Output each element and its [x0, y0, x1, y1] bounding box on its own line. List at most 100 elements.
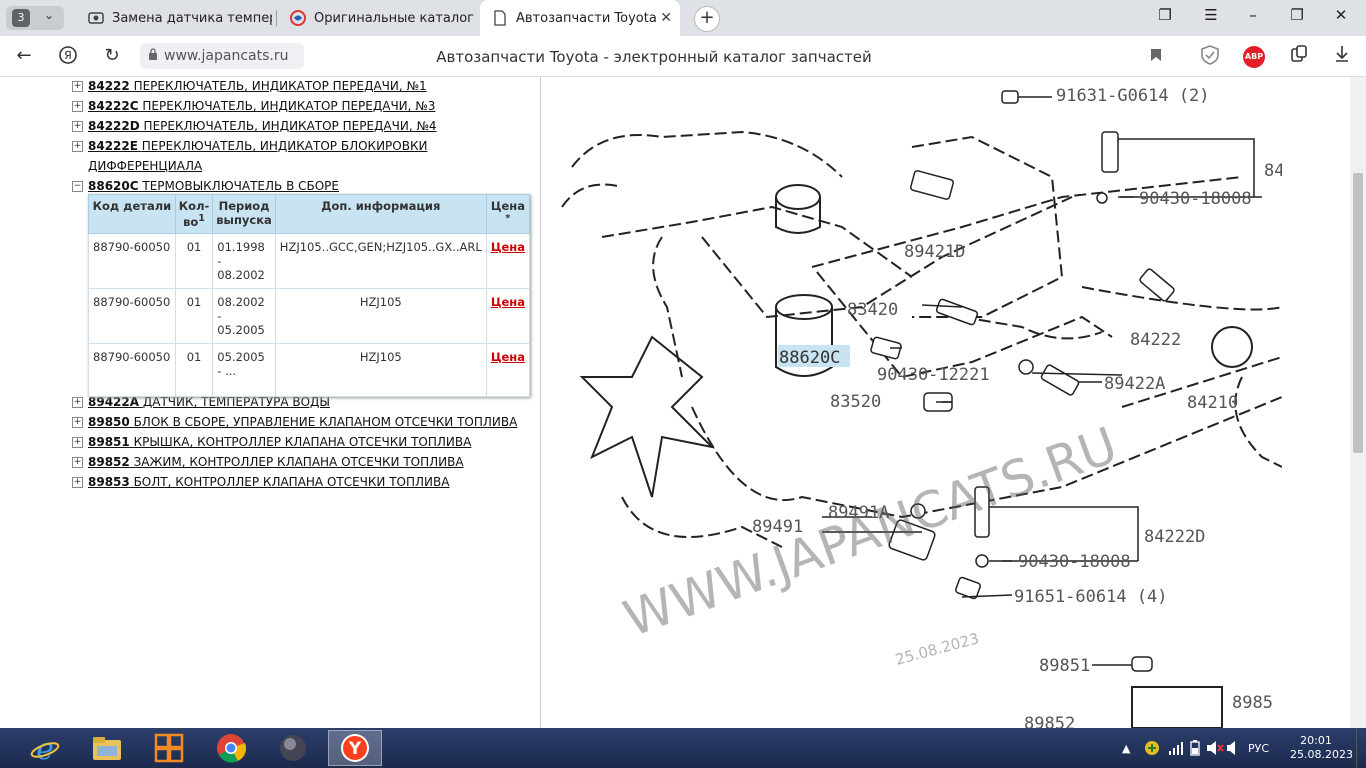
tree-item[interactable]: +84222 ПЕРЕКЛЮЧАТЕЛЬ, ИНДИКАТОР ПЕРЕДАЧИ… — [72, 77, 542, 97]
tree-item[interactable]: +89853 БОЛТ, КОНТРОЛЛЕР КЛАПАНА ОТСЕЧКИ … — [72, 473, 542, 493]
shield-icon[interactable] — [1198, 45, 1222, 69]
bookmarks-manager-icon[interactable]: ❐ — [1152, 6, 1178, 24]
diagram-label[interactable]: 90430-12221 — [877, 365, 990, 385]
expand-icon[interactable]: + — [72, 437, 83, 448]
ie-icon[interactable]: e — [18, 730, 72, 766]
price-link[interactable]: Цена — [491, 240, 525, 254]
period-from: 01.1998 — [217, 239, 265, 254]
part-code: 84222D — [88, 119, 140, 133]
diagram-label[interactable]: 89851 — [1039, 656, 1090, 676]
tree-item[interactable]: +84222E ПЕРЕКЛЮЧАТЕЛЬ, ИНДИКАТОР БЛОКИРО… — [72, 137, 542, 157]
period-dash: - — [217, 253, 222, 268]
restore-icon[interactable]: ❐ — [1284, 6, 1310, 24]
chrome-icon[interactable] — [204, 730, 258, 766]
cell-info: HZJ105..GCC,GEN;HZJ105..GX..ARL — [274, 232, 487, 289]
tab-count-button[interactable]: 3 ⌄ — [6, 6, 64, 30]
vertical-scrollbar[interactable] — [1350, 77, 1366, 728]
period-to: 05.2005 — [217, 322, 265, 337]
diagram-label[interactable]: 84222 — [1130, 330, 1181, 350]
diagram-label[interactable]: 84 — [1264, 161, 1282, 181]
expand-icon[interactable]: + — [72, 101, 83, 112]
tree-item[interactable]: +84222D ПЕРЕКЛЮЧАТЕЛЬ, ИНДИКАТОР ПЕРЕДАЧ… — [72, 117, 542, 137]
tree-item-link[interactable]: ДИФФЕРЕНЦИАЛА — [88, 159, 202, 173]
expand-icon[interactable]: + — [72, 121, 83, 132]
language-indicator[interactable]: РУС — [1248, 728, 1269, 768]
part-code: 89853 — [88, 475, 130, 489]
download-icon[interactable] — [1330, 45, 1354, 69]
expand-icon[interactable]: + — [72, 397, 83, 408]
total-commander-icon[interactable] — [142, 730, 196, 766]
part-name: ТЕРМОВЫКЛЮЧАТЕЛЬ В СБОРЕ — [142, 179, 339, 193]
minimize-icon[interactable]: – — [1240, 6, 1266, 24]
bookmark-icon[interactable] — [1144, 45, 1168, 69]
tree-item-link[interactable]: 84222E ПЕРЕКЛЮЧАТЕЛЬ, ИНДИКАТОР БЛОКИРОВ… — [88, 139, 427, 153]
close-window-icon[interactable]: ✕ — [1328, 6, 1354, 24]
expand-icon[interactable]: + — [72, 141, 83, 152]
tree-item-link[interactable]: 89422A ДАТЧИК, ТЕМПЕРАТУРА ВОДЫ — [88, 395, 330, 409]
diagram-label[interactable]: 91631-G0614 (2) — [1056, 86, 1210, 106]
network-plus-icon[interactable] — [1144, 728, 1160, 768]
tab-3-active[interactable]: Автозапчасти Toyota - э ✕ — [480, 0, 680, 36]
price-link[interactable]: Цена — [491, 350, 525, 364]
adblock-icon[interactable]: ABP — [1243, 46, 1265, 68]
file-explorer-icon[interactable] — [80, 730, 134, 766]
expand-icon[interactable]: + — [72, 81, 83, 92]
tree-item[interactable]: +84222C ПЕРЕКЛЮЧАТЕЛЬ, ИНДИКАТОР ПЕРЕДАЧ… — [72, 97, 542, 117]
price-link[interactable]: Цена — [491, 295, 525, 309]
media-player-icon[interactable] — [266, 730, 320, 766]
volume-icon[interactable] — [1226, 728, 1240, 768]
header-label: Доп. информация — [321, 199, 441, 213]
mute-icon[interactable] — [1206, 728, 1224, 768]
diagram-label[interactable]: 8985 — [1232, 693, 1273, 713]
tree-item-link[interactable]: 88620C ТЕРМОВЫКЛЮЧАТЕЛЬ В СБОРЕ — [88, 179, 339, 193]
tree-item-link[interactable]: 89850 БЛОК В СБОРЕ, УПРАВЛЕНИЕ КЛАПАНОМ … — [88, 415, 517, 429]
diagram-label[interactable]: 84210 — [1187, 393, 1238, 413]
signal-icon[interactable] — [1168, 728, 1184, 768]
show-desktop-button[interactable] — [1356, 728, 1366, 768]
diagram-label[interactable]: 91651-60614 (4) — [1014, 587, 1168, 607]
diagram-label[interactable]: 83520 — [830, 392, 881, 412]
table-row: 88790-60050 01 05.2005- ... HZJ105 Цена — [88, 342, 531, 397]
tree-item-link[interactable]: 84222D ПЕРЕКЛЮЧАТЕЛЬ, ИНДИКАТОР ПЕРЕДАЧИ… — [88, 119, 437, 133]
tree-item[interactable]: +89850 БЛОК В СБОРЕ, УПРАВЛЕНИЕ КЛАПАНОМ… — [72, 413, 542, 433]
tree-item-link[interactable]: 84222C ПЕРЕКЛЮЧАТЕЛЬ, ИНДИКАТОР ПЕРЕДАЧИ… — [88, 99, 435, 113]
diagram-label-highlighted[interactable]: 88620C — [779, 348, 840, 368]
header-label: Цена — [490, 199, 525, 213]
extensions-icon[interactable] — [1287, 45, 1311, 69]
reload-icon[interactable]: ↻ — [100, 45, 124, 66]
tree-item-link[interactable]: 89851 КРЫШКА, КОНТРОЛЛЕР КЛАПАНА ОТСЕЧКИ… — [88, 435, 471, 449]
tab-2[interactable]: Оригинальные каталоги — [278, 0, 474, 36]
expand-icon[interactable]: + — [72, 417, 83, 428]
yandex-icon[interactable]: Я — [56, 45, 80, 70]
tree-item-link[interactable]: 89853 БОЛТ, КОНТРОЛЛЕР КЛАПАНА ОТСЕЧКИ Т… — [88, 475, 449, 489]
back-arrow-icon[interactable]: ← — [12, 45, 36, 66]
battery-icon[interactable] — [1190, 728, 1200, 768]
diagram-label[interactable]: 89852 — [1024, 714, 1075, 728]
menu-icon[interactable]: ☰ — [1198, 6, 1224, 24]
diagram-label[interactable]: 83420 — [847, 300, 898, 320]
clock[interactable]: 20:01 25.08.2023 — [1290, 734, 1353, 762]
diagram-label[interactable]: 90430-18008 — [1018, 552, 1131, 572]
yandex-browser-taskbar-icon[interactable]: Y — [328, 730, 382, 766]
url-field[interactable]: www.japancats.ru — [140, 43, 304, 69]
show-hidden-icons[interactable]: ▲ — [1122, 728, 1130, 768]
diagram-label[interactable]: 89421D — [904, 242, 965, 262]
diagram-label[interactable]: 89422A — [1104, 374, 1165, 394]
scrollbar-thumb[interactable] — [1353, 173, 1363, 453]
tree-item-link[interactable]: 84222 ПЕРЕКЛЮЧАТЕЛЬ, ИНДИКАТОР ПЕРЕДАЧИ,… — [88, 79, 427, 93]
table-row: 88790-60050 01 08.2002-05.2005 HZJ105 Це… — [88, 287, 531, 344]
panel-divider — [540, 77, 541, 728]
collapse-icon[interactable]: − — [72, 181, 83, 192]
tree-item[interactable]: +89851 КРЫШКА, КОНТРОЛЛЕР КЛАПАНА ОТСЕЧК… — [72, 433, 542, 453]
expand-icon[interactable]: + — [72, 457, 83, 468]
diagram-label[interactable]: 84222D — [1144, 527, 1205, 547]
close-tab-icon[interactable]: ✕ — [660, 10, 672, 26]
tree-item-link[interactable]: 89852 ЗАЖИМ, КОНТРОЛЛЕР КЛАПАНА ОТСЕЧКИ … — [88, 455, 464, 469]
tree-item[interactable]: +89852 ЗАЖИМ, КОНТРОЛЛЕР КЛАПАНА ОТСЕЧКИ… — [72, 453, 542, 473]
tab-1[interactable]: Замена датчика температ — [76, 0, 272, 36]
new-tab-button[interactable]: + — [694, 6, 720, 32]
tree-item-continuation: ДИФФЕРЕНЦИАЛА — [72, 157, 542, 177]
expand-icon[interactable]: + — [72, 477, 83, 488]
diagram-label[interactable]: 90430-18008 — [1139, 189, 1252, 209]
part-name: ПЕРЕКЛЮЧАТЕЛЬ, ИНДИКАТОР ПЕРЕДАЧИ, №1 — [133, 79, 427, 93]
